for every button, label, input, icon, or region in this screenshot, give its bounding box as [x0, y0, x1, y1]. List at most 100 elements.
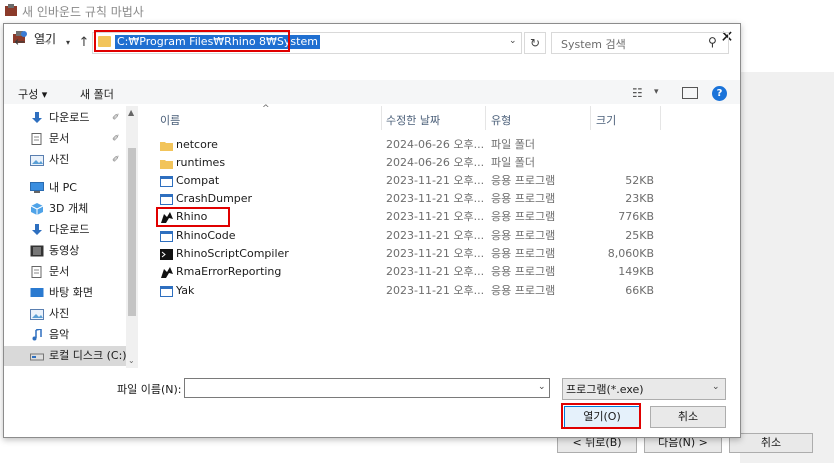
file-modified: 2023-11-21 오후...	[386, 174, 485, 187]
column-header-name[interactable]: 이름	[160, 112, 180, 128]
column-divider[interactable]	[660, 106, 661, 130]
nav-item[interactable]: 바탕 화면	[30, 284, 93, 302]
nav-item[interactable]: 문서	[30, 263, 69, 281]
file-size: 66KB	[625, 284, 654, 297]
pin-icon: ✐	[112, 113, 120, 123]
local-disk-icon	[30, 350, 44, 362]
nav-item[interactable]: 문서 ✐	[30, 130, 120, 148]
file-row[interactable]: Compat 2023-11-21 오후... 응용 프로그램 52KB	[156, 172, 656, 190]
app-window-icon	[160, 193, 173, 205]
file-row[interactable]: netcore 2024-06-26 오후... 파일 폴더	[156, 136, 656, 154]
3d-objects-icon	[30, 203, 44, 215]
help-icon[interactable]: ?	[712, 86, 727, 101]
recent-locations-chevron-icon[interactable]: ▾	[60, 35, 76, 51]
nav-item[interactable]: 내 PC	[30, 179, 77, 197]
address-highlight-box	[94, 30, 290, 52]
column-header-modified[interactable]: 수정한 날짜	[386, 112, 440, 128]
file-type: 응용 프로그램	[491, 247, 556, 260]
wizard-app-icon	[4, 3, 18, 17]
column-divider[interactable]	[381, 106, 382, 130]
nav-item[interactable]: 다운로드	[30, 221, 89, 239]
nav-item-label: 동영상	[49, 244, 80, 257]
command-bar	[4, 80, 740, 104]
file-modified: 2023-11-21 오후...	[386, 229, 485, 242]
file-modified: 2023-11-21 오후...	[386, 192, 485, 205]
nav-item-label: 다운로드	[49, 223, 90, 236]
file-name: CrashDumper	[176, 192, 253, 205]
nav-item-label: 로컬 디스크 (C:)	[49, 349, 127, 362]
nav-item-label: 바탕 화면	[49, 286, 93, 299]
cancel-button[interactable]: 취소	[650, 406, 726, 428]
file-size: 776KB	[618, 210, 654, 223]
nav-scrollbar-thumb[interactable]	[128, 148, 136, 316]
app-window-icon	[160, 285, 173, 297]
back-arrow-icon[interactable]: ←	[12, 35, 28, 51]
refresh-icon[interactable]: ↻	[524, 32, 546, 54]
file-type: 응용 프로그램	[491, 192, 556, 205]
nav-item-label: 문서	[49, 265, 70, 278]
file-row[interactable]: RmaErrorReporting 2023-11-21 오후... 응용 프로그램…	[156, 263, 656, 281]
console-icon	[160, 248, 173, 260]
search-placeholder: System 검색	[561, 38, 626, 51]
pictures-icon	[30, 308, 44, 320]
file-type: 파일 폴더	[491, 156, 535, 169]
desktop-icon	[30, 287, 44, 299]
organize-button[interactable]: 구성 ▾	[18, 86, 47, 102]
open-highlight-box	[561, 403, 641, 429]
nav-item[interactable]: 3D 개체	[30, 200, 88, 218]
filename-label: 파일 이름(N):	[117, 383, 182, 396]
file-name: netcore	[176, 138, 218, 151]
file-type: 응용 프로그램	[491, 265, 556, 278]
new-folder-button[interactable]: 새 폴더	[80, 86, 114, 102]
file-row[interactable]: RhinoScriptCompiler 2023-11-21 오후... 응용 프로…	[156, 245, 656, 263]
file-size: 8,060KB	[607, 247, 654, 260]
file-modified: 2023-11-21 오후...	[386, 210, 485, 223]
document-icon	[30, 266, 44, 278]
file-row[interactable]: Yak 2023-11-21 오후... 응용 프로그램 66KB	[156, 282, 656, 300]
file-row[interactable]: runtimes 2024-06-26 오후... 파일 폴더	[156, 154, 656, 172]
column-divider[interactable]	[485, 106, 486, 130]
file-name: RmaErrorReporting	[176, 265, 282, 278]
wizard-cancel-button[interactable]: 취소	[729, 433, 813, 453]
chevron-down-icon[interactable]: ⌄	[509, 36, 517, 46]
up-arrow-icon[interactable]: ↑	[76, 35, 92, 51]
chevron-down-icon[interactable]: ⌄	[538, 382, 546, 392]
file-type: 응용 프로그램	[491, 210, 556, 223]
view-options-icon[interactable]: ☷	[632, 86, 648, 100]
file-name: RhinoCode	[176, 229, 236, 242]
scroll-down-icon[interactable]: ⌄	[128, 356, 135, 365]
file-type: 파일 폴더	[491, 138, 535, 151]
nav-item[interactable]: 다운로드 ✐	[30, 109, 120, 127]
file-row[interactable]: Rhino 2023-11-21 오후... 응용 프로그램 776KB	[156, 208, 656, 226]
preview-pane-icon[interactable]	[682, 87, 698, 99]
file-modified: 2023-11-21 오후...	[386, 265, 485, 278]
column-header-type[interactable]: 유형	[491, 112, 511, 128]
forward-arrow-icon[interactable]: →	[38, 35, 54, 51]
file-row[interactable]: RhinoCode 2023-11-21 오후... 응용 프로그램 25KB	[156, 227, 656, 245]
file-size: 25KB	[625, 229, 654, 242]
column-divider[interactable]	[590, 106, 591, 130]
file-type: 응용 프로그램	[491, 174, 556, 187]
nav-item[interactable]: 로컬 디스크 (C:)	[30, 347, 127, 365]
nav-item[interactable]: 사진	[30, 305, 69, 323]
file-modified: 2024-06-26 오후...	[386, 156, 485, 169]
pin-icon: ✐	[112, 155, 120, 165]
scroll-up-icon[interactable]: ▲	[128, 108, 134, 117]
music-note-icon	[30, 328, 44, 341]
nav-item-label: 내 PC	[49, 181, 77, 194]
column-header-size[interactable]: 크기	[596, 112, 616, 128]
chevron-down-icon[interactable]: ▾	[654, 87, 659, 97]
filename-input[interactable]	[184, 378, 550, 398]
nav-item[interactable]: 음악	[30, 326, 69, 344]
nav-item[interactable]: 사진 ✐	[30, 151, 120, 169]
pictures-icon	[30, 154, 44, 166]
file-row[interactable]: CrashDumper 2023-11-21 오후... 응용 프로그램 23KB	[156, 190, 656, 208]
folder-icon	[160, 139, 173, 151]
download-arrow-icon	[30, 224, 44, 236]
search-icon[interactable]: ⚲	[708, 35, 717, 49]
chevron-down-icon[interactable]: ⌄	[712, 382, 720, 392]
pin-icon: ✐	[112, 134, 120, 144]
file-size: 149KB	[618, 265, 654, 278]
nav-item[interactable]: 동영상	[30, 242, 79, 260]
video-icon	[30, 245, 44, 257]
